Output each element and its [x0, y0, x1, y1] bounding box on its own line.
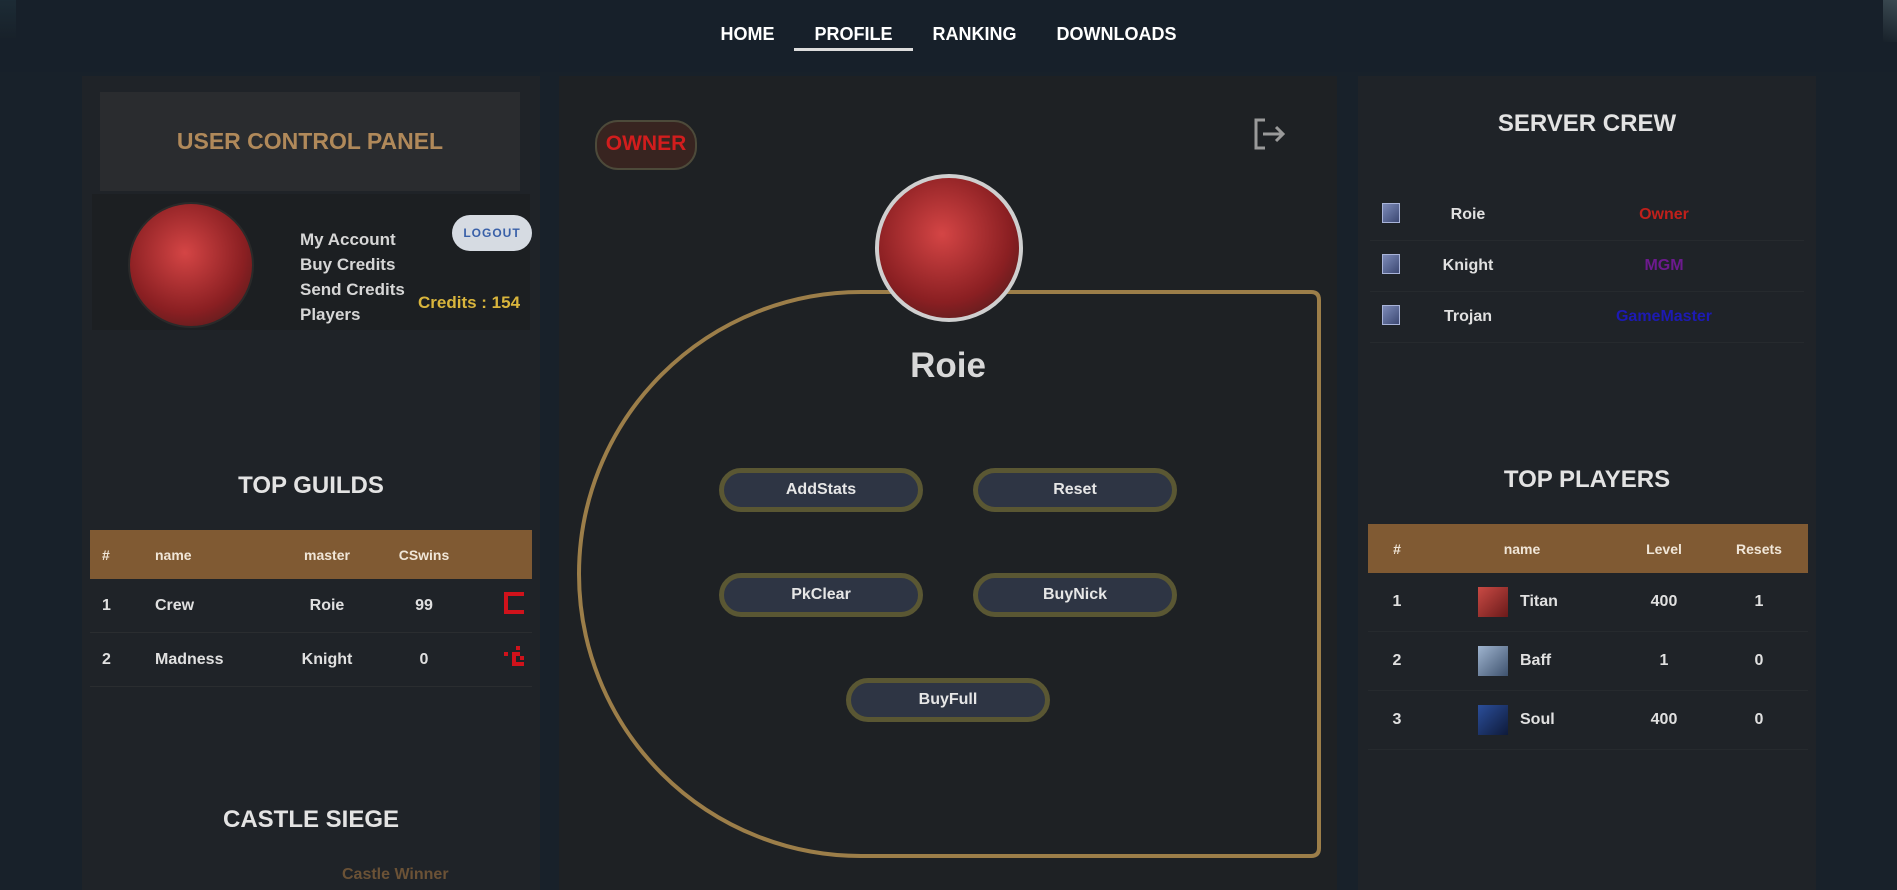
reset-button[interactable]: Reset [973, 468, 1177, 512]
player-rank: 1 [1368, 573, 1426, 632]
guild-mark-icon [504, 592, 524, 614]
top-guilds-table: # name master CSwins 1 Crew Roie 99 2 Ma… [90, 530, 532, 687]
account-box: My Account Buy Credits Send Credits Play… [92, 194, 532, 330]
user-control-panel-header: USER CONTROL PANEL [100, 92, 520, 191]
crew-row[interactable]: Knight MGM [1370, 240, 1804, 292]
players-link[interactable]: Players [300, 302, 405, 327]
logout-button[interactable]: LOGOUT [452, 215, 532, 251]
guild-master: Roie [276, 579, 378, 633]
player-name[interactable]: Soul [1520, 711, 1555, 728]
guild-name[interactable]: Madness [143, 632, 276, 687]
guild-name[interactable]: Crew [143, 579, 276, 633]
buynick-button[interactable]: BuyNick [973, 573, 1177, 617]
guild-mark-icon [504, 646, 524, 666]
profile-name: Roie [910, 346, 986, 385]
crew-row[interactable]: Trojan GameMaster [1370, 291, 1804, 343]
guild-rank: 2 [90, 632, 143, 687]
player-rank: 3 [1368, 690, 1426, 750]
server-crew-table: Roie Owner Knight MGM Trojan GameMaster [1370, 190, 1804, 343]
top-players-table: # name Level Resets 1 Titan 400 1 2 Baff… [1368, 524, 1808, 750]
send-credits-link[interactable]: Send Credits [300, 277, 405, 302]
guild-cswins: 99 [378, 579, 470, 633]
castle-winner-label: Castle Winner [342, 866, 449, 883]
player-level: 400 [1618, 573, 1710, 632]
col-resets: Resets [1710, 524, 1808, 573]
player-name[interactable]: Titan [1520, 593, 1558, 610]
col-master: master [276, 530, 378, 579]
col-rank: # [1368, 524, 1426, 573]
left-sidebar: USER CONTROL PANEL My Account Buy Credit… [82, 76, 540, 890]
player-avatar [1478, 587, 1508, 617]
table-header-row: # name Level Resets [1368, 524, 1808, 573]
crew-name: Trojan [1412, 291, 1524, 343]
col-name: name [1426, 524, 1618, 573]
player-resets: 1 [1710, 573, 1808, 632]
top-guilds-title: TOP GUILDS [238, 472, 384, 499]
table-row[interactable]: 1 Titan 400 1 [1368, 573, 1808, 632]
guild-rank: 1 [90, 579, 143, 633]
player-avatar [1478, 646, 1508, 676]
crew-member-icon [1382, 202, 1400, 223]
crew-name: Roie [1412, 190, 1524, 241]
crew-role: Owner [1524, 190, 1804, 241]
logout-exit-icon[interactable] [1251, 116, 1287, 152]
main-nav: HOME PROFILE RANKING DOWNLOADS [0, 22, 1897, 59]
right-sidebar: SERVER CREW Roie Owner Knight MGM Trojan… [1358, 76, 1816, 890]
guild-cswins: 0 [378, 632, 470, 687]
crew-name: Knight [1412, 240, 1524, 292]
nav-ranking[interactable]: RANKING [913, 22, 1037, 59]
col-rank: # [90, 530, 143, 579]
col-level: Level [1618, 524, 1710, 573]
top-players-title: TOP PLAYERS [1503, 466, 1671, 493]
castle-siege-title: CASTLE SIEGE [222, 806, 400, 833]
pkclear-button[interactable]: PkClear [719, 573, 923, 617]
table-header-row: # name master CSwins [90, 530, 532, 579]
player-level: 400 [1618, 690, 1710, 750]
col-mark [470, 530, 532, 579]
profile-panel: OWNER Roie AddStats Reset PkClear BuyNic… [559, 76, 1337, 890]
my-account-link[interactable]: My Account [300, 227, 405, 252]
crew-role: MGM [1524, 240, 1804, 292]
top-navigation-bar: HOME PROFILE RANKING DOWNLOADS [0, 0, 1897, 72]
col-cswins: CSwins [378, 530, 470, 579]
table-row[interactable]: 3 Soul 400 0 [1368, 690, 1808, 750]
profile-avatar [875, 174, 1023, 322]
account-links: My Account Buy Credits Send Credits Play… [300, 227, 405, 327]
buy-credits-link[interactable]: Buy Credits [300, 252, 405, 277]
player-resets: 0 [1710, 631, 1808, 691]
player-name[interactable]: Baff [1520, 652, 1551, 669]
user-control-panel-title: USER CONTROL PANEL [176, 128, 444, 154]
player-avatar [1478, 705, 1508, 735]
server-crew-title: SERVER CREW [1497, 110, 1677, 137]
buyfull-button[interactable]: BuyFull [846, 678, 1050, 722]
owner-badge: OWNER [595, 120, 697, 170]
table-row[interactable]: 2 Baff 1 0 [1368, 631, 1808, 691]
nav-profile[interactable]: PROFILE [794, 22, 913, 59]
player-level: 1 [1618, 631, 1710, 691]
guild-master: Knight [276, 632, 378, 687]
nav-downloads[interactable]: DOWNLOADS [1037, 22, 1197, 59]
player-rank: 2 [1368, 631, 1426, 691]
col-name: name [143, 530, 276, 579]
crew-row[interactable]: Roie Owner [1370, 190, 1804, 241]
credits-balance: Credits : 154 [418, 293, 521, 312]
table-row[interactable]: 1 Crew Roie 99 [90, 579, 532, 633]
crew-member-icon [1382, 253, 1400, 274]
addstats-button[interactable]: AddStats [719, 468, 923, 512]
crew-role: GameMaster [1524, 291, 1804, 343]
nav-home[interactable]: HOME [700, 22, 794, 59]
table-row[interactable]: 2 Madness Knight 0 [90, 632, 532, 687]
player-resets: 0 [1710, 690, 1808, 750]
user-avatar [128, 202, 254, 328]
crew-member-icon [1382, 304, 1400, 325]
